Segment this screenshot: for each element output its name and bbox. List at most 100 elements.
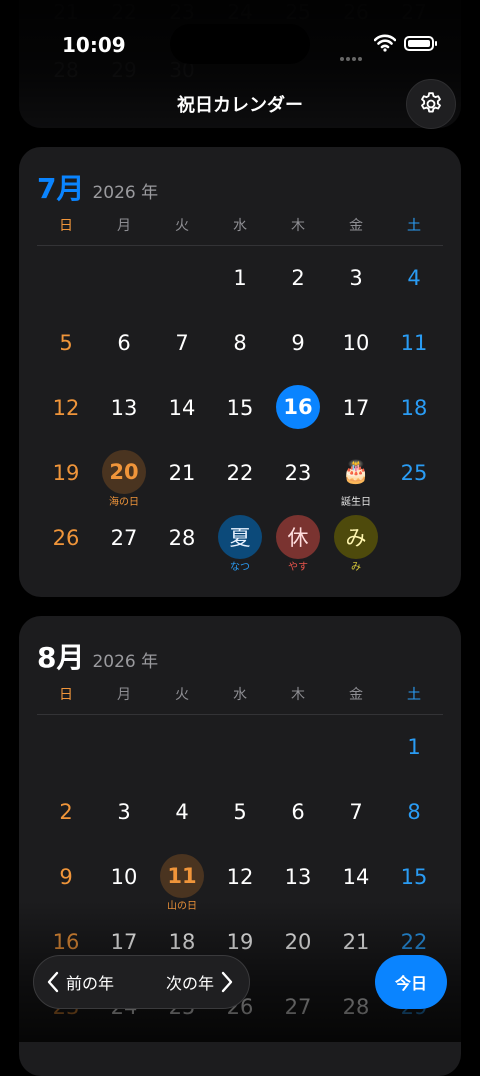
day-cell[interactable]: 🎂 誕生日: [327, 450, 385, 520]
day-event-label: み: [351, 562, 361, 573]
birthday-cake-icon: 🎂: [342, 459, 370, 485]
day-cell[interactable]: 27: [95, 515, 153, 585]
day-cell[interactable]: みみ: [327, 515, 385, 585]
day-number: 7: [349, 800, 363, 824]
day-cell[interactable]: 6: [269, 789, 327, 859]
day-number: 2: [291, 266, 305, 290]
day-cell[interactable]: 20 海の日: [95, 450, 153, 520]
day-event-label: 海の日: [109, 497, 139, 508]
day-event-label: やす: [288, 562, 308, 573]
day-cell[interactable]: 5: [37, 320, 95, 390]
day-number: 25: [400, 461, 428, 485]
day-number: 17: [342, 396, 370, 420]
day-cell[interactable]: 17: [327, 385, 385, 455]
day-cell[interactable]: 休やす: [269, 515, 327, 585]
day-cell[interactable]: 21: [153, 450, 211, 520]
weekday-header: 日月火水木金土: [19, 215, 461, 235]
day-cell[interactable]: 1: [385, 724, 443, 794]
weekday-label: 月: [117, 687, 131, 703]
day-number: 14: [342, 865, 370, 889]
day-number: 12: [226, 865, 254, 889]
day-cell[interactable]: 12: [37, 385, 95, 455]
day-number: 15: [226, 396, 254, 420]
day-cell[interactable]: 6: [95, 320, 153, 390]
weekday-label: 木: [291, 218, 305, 234]
day-cell[interactable]: 15: [211, 385, 269, 455]
day-number: 夏: [218, 515, 262, 559]
day-cell[interactable]: 18: [385, 385, 443, 455]
settings-button[interactable]: [406, 79, 456, 129]
day-cell[interactable]: 夏なつ: [211, 515, 269, 585]
day-number: 6: [117, 331, 131, 355]
day-number: 6: [291, 800, 305, 824]
day-number: 18: [400, 396, 428, 420]
day-cell[interactable]: 2: [37, 789, 95, 859]
day-number: 15: [400, 865, 428, 889]
day-cell[interactable]: 9: [269, 320, 327, 390]
day-number: 1: [233, 266, 247, 290]
weekday-label: 水: [233, 218, 247, 234]
day-cell[interactable]: 7: [153, 320, 211, 390]
weekday-label: 日: [59, 687, 73, 703]
day-number: 21: [168, 461, 196, 485]
day-cell[interactable]: 25: [385, 450, 443, 520]
day-number: 3: [117, 800, 131, 824]
weekday-label: 日: [59, 218, 73, 234]
day-cell[interactable]: 7: [327, 789, 385, 859]
day-number: 8: [407, 800, 421, 824]
day-cell[interactable]: 26: [37, 515, 95, 585]
day-number: 5: [233, 800, 247, 824]
day-cell[interactable]: 11: [385, 320, 443, 390]
weekday-label: 月: [117, 218, 131, 234]
dynamic-island: [170, 24, 310, 64]
day-cell[interactable]: 1: [211, 255, 269, 325]
day-number: 20: [102, 450, 146, 494]
prev-year-button[interactable]: 前の年: [46, 956, 120, 1008]
day-number: 4: [407, 266, 421, 290]
weekday-label: 火: [175, 687, 189, 703]
weekday-label: 土: [407, 218, 421, 234]
day-cell[interactable]: 3: [95, 789, 153, 859]
cellular-signal-icon: [340, 46, 364, 65]
year-label: 2026 年: [92, 183, 159, 203]
day-number: 4: [175, 800, 189, 824]
prev-year-label: 前の年: [66, 974, 115, 993]
day-number: 16: [276, 385, 320, 429]
day-cell[interactable]: 16: [269, 385, 327, 455]
day-number: 28: [168, 526, 196, 550]
day-cell[interactable]: 28: [153, 515, 211, 585]
day-cell[interactable]: 2: [269, 255, 327, 325]
day-number: 7: [175, 331, 189, 355]
divider: [37, 245, 443, 246]
day-cell[interactable]: 8: [211, 320, 269, 390]
weekday-label: 水: [233, 687, 247, 703]
day-cell[interactable]: 8: [385, 789, 443, 859]
day-cell[interactable]: 10: [327, 320, 385, 390]
today-button[interactable]: 今日: [375, 955, 447, 1009]
day-number: 3: [349, 266, 363, 290]
day-number: 27: [110, 526, 138, 550]
day-cell[interactable]: 13: [95, 385, 153, 455]
day-number: 11: [160, 854, 204, 898]
day-cell[interactable]: 5: [211, 789, 269, 859]
day-cell[interactable]: 22: [211, 450, 269, 520]
next-year-button[interactable]: 次の年: [160, 956, 234, 1008]
day-number: 22: [226, 461, 254, 485]
day-cell[interactable]: 14: [153, 385, 211, 455]
day-cell[interactable]: 4: [385, 255, 443, 325]
day-cell[interactable]: 3: [327, 255, 385, 325]
day-number: 5: [59, 331, 73, 355]
weekday-label: 土: [407, 687, 421, 703]
month-card-july: 7月 2026 年 日月火水木金土 1 2 3 4 5 6 7 8 9 10 11 12 13 14 15 16…: [19, 147, 461, 597]
next-year-label: 次の年: [166, 974, 215, 993]
day-number: 休: [276, 515, 320, 559]
day-event-label: 誕生日: [341, 497, 371, 508]
day-number: み: [334, 515, 378, 559]
weekday-header: 日月火水木金土: [19, 684, 461, 704]
weekday-label: 金: [349, 218, 363, 234]
day-number: 14: [168, 396, 196, 420]
day-cell[interactable]: 4: [153, 789, 211, 859]
day-cell[interactable]: 19: [37, 450, 95, 520]
day-cell[interactable]: 23: [269, 450, 327, 520]
year-label: 2026 年: [92, 652, 159, 672]
